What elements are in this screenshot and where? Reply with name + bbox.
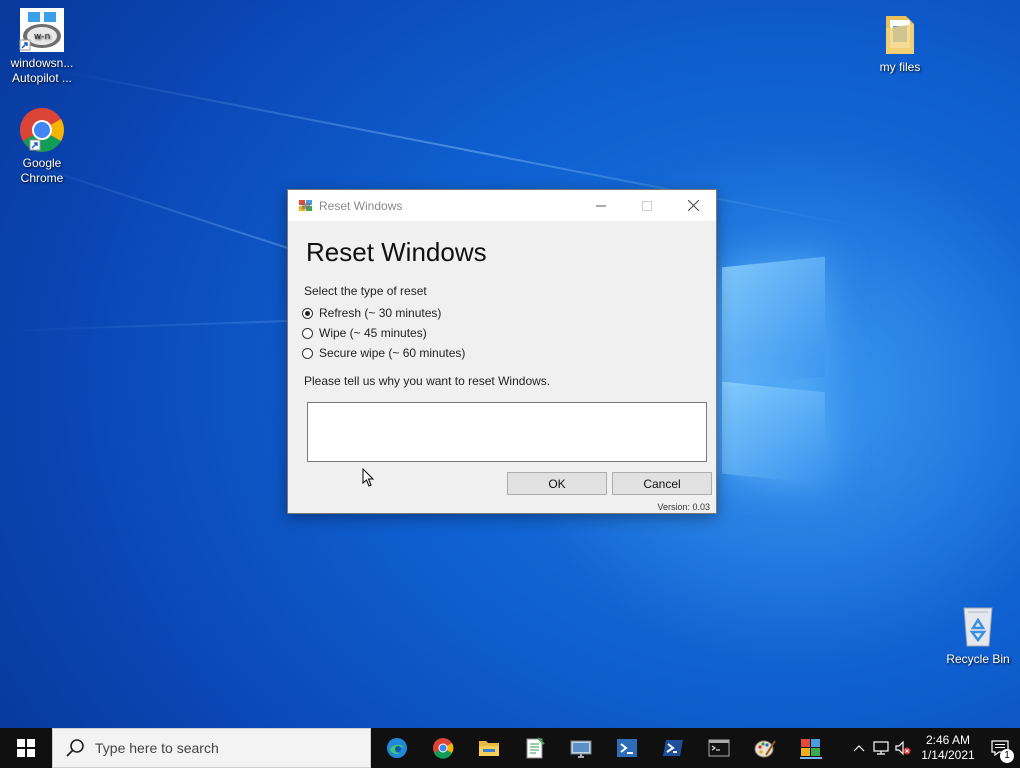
show-hidden-icons-button[interactable] bbox=[848, 744, 870, 752]
minimize-icon bbox=[596, 205, 606, 206]
chrome-icon bbox=[18, 106, 66, 154]
desktop-icon-google-chrome[interactable]: Google Chrome bbox=[4, 106, 80, 186]
clock-time: 2:46 AM bbox=[925, 733, 971, 747]
notification-count-badge: 1 bbox=[1000, 749, 1014, 763]
powershell-ise-icon bbox=[617, 739, 637, 757]
desktop-icon-label: Google bbox=[22, 156, 62, 170]
autopilot-icon: w-n bbox=[18, 6, 66, 54]
action-center-button[interactable]: 1 bbox=[980, 728, 1020, 768]
reset-windows-app-icon bbox=[800, 739, 822, 759]
maximize-icon bbox=[642, 200, 652, 211]
desktop-icon-label: Autopilot ... bbox=[11, 71, 73, 85]
window-title: Reset Windows bbox=[319, 198, 403, 213]
reset-type-label: Select the type of reset bbox=[304, 284, 427, 298]
desktop-icon-label: my files bbox=[879, 60, 921, 74]
radio-refresh[interactable]: Refresh (~ 30 minutes) bbox=[302, 306, 441, 320]
radio-label: Refresh (~ 30 minutes) bbox=[319, 306, 442, 320]
notepad-icon bbox=[526, 737, 545, 759]
folder-icon bbox=[876, 10, 924, 58]
dialog-heading: Reset Windows bbox=[306, 237, 487, 267]
clock-date: 1/14/2021 bbox=[921, 748, 975, 762]
recycle-bin-icon bbox=[954, 602, 1002, 650]
cancel-button[interactable]: Cancel bbox=[612, 472, 712, 495]
desktop-icon-recycle-bin[interactable]: Recycle Bin bbox=[940, 602, 1016, 667]
taskbar-remote-desktop[interactable] bbox=[558, 728, 604, 768]
radio-button[interactable] bbox=[302, 327, 313, 339]
close-button[interactable] bbox=[670, 190, 716, 221]
taskbar-powershell-ise[interactable] bbox=[604, 728, 650, 768]
app-icon bbox=[299, 199, 313, 213]
taskbar-search[interactable] bbox=[52, 728, 371, 768]
taskbar-edge[interactable] bbox=[374, 728, 420, 768]
svg-text:w-n: w-n bbox=[34, 32, 50, 42]
edge-icon bbox=[387, 738, 407, 758]
start-button[interactable] bbox=[0, 728, 52, 768]
taskbar-chrome[interactable] bbox=[420, 728, 466, 768]
network-button[interactable] bbox=[870, 741, 892, 755]
mouse-cursor-icon bbox=[362, 468, 375, 487]
volume-muted-icon bbox=[895, 741, 911, 755]
desktop-icon-my-files[interactable]: my files bbox=[862, 10, 938, 75]
taskbar-notepad[interactable] bbox=[512, 728, 558, 768]
monitor-icon bbox=[570, 740, 592, 758]
desktop-icon-label: Chrome bbox=[20, 171, 64, 185]
taskbar-paint[interactable] bbox=[742, 728, 788, 768]
desktop-icon-label: Recycle Bin bbox=[946, 652, 1010, 666]
version-label: Version: 0.03 bbox=[657, 502, 710, 512]
windows-logo-pane bbox=[722, 381, 825, 485]
radio-secure-wipe[interactable]: Secure wipe (~ 60 minutes) bbox=[302, 346, 465, 360]
taskbar-powershell[interactable] bbox=[650, 728, 696, 768]
reset-windows-dialog: Reset Windows Reset Windows Select the t… bbox=[287, 189, 717, 514]
close-icon bbox=[687, 200, 699, 211]
powershell-icon bbox=[663, 740, 683, 756]
volume-button[interactable] bbox=[892, 741, 914, 755]
windows-start-icon bbox=[17, 739, 35, 757]
clock[interactable]: 2:46 AM 1/14/2021 bbox=[916, 733, 980, 763]
ok-button[interactable]: OK bbox=[507, 472, 607, 495]
title-bar[interactable]: Reset Windows bbox=[288, 190, 716, 221]
radio-wipe[interactable]: Wipe (~ 45 minutes) bbox=[302, 326, 427, 340]
desktop-icon-windowsnotes-autopilot[interactable]: w-n windowsn... Autopilot ... bbox=[4, 6, 80, 86]
radio-button[interactable] bbox=[302, 307, 313, 319]
chrome-icon bbox=[433, 738, 454, 759]
minimize-button[interactable] bbox=[578, 190, 624, 221]
system-tray: 2:46 AM 1/14/2021 1 bbox=[848, 728, 1020, 768]
radio-label: Wipe (~ 45 minutes) bbox=[319, 326, 427, 340]
reason-textarea[interactable] bbox=[307, 402, 707, 462]
taskbar-reset-windows[interactable] bbox=[788, 728, 834, 768]
windows-logo-pane bbox=[722, 256, 825, 388]
terminal-icon bbox=[708, 739, 730, 757]
network-icon bbox=[873, 741, 889, 755]
chevron-up-icon bbox=[853, 745, 865, 752]
maximize-button bbox=[624, 190, 670, 221]
radio-label: Secure wipe (~ 60 minutes) bbox=[319, 346, 466, 360]
desktop: w-n windowsn... Autopilot ... Google Chr… bbox=[0, 0, 1020, 728]
taskbar-file-explorer[interactable] bbox=[466, 728, 512, 768]
search-icon bbox=[65, 738, 85, 758]
search-input[interactable] bbox=[95, 740, 355, 756]
paint-palette-icon bbox=[754, 740, 776, 758]
folder-icon bbox=[479, 741, 499, 756]
taskbar-command-prompt[interactable] bbox=[696, 728, 742, 768]
desktop-icon-label: windowsn... bbox=[10, 56, 74, 70]
radio-button[interactable] bbox=[302, 347, 313, 359]
reason-label: Please tell us why you want to reset Win… bbox=[304, 374, 551, 388]
